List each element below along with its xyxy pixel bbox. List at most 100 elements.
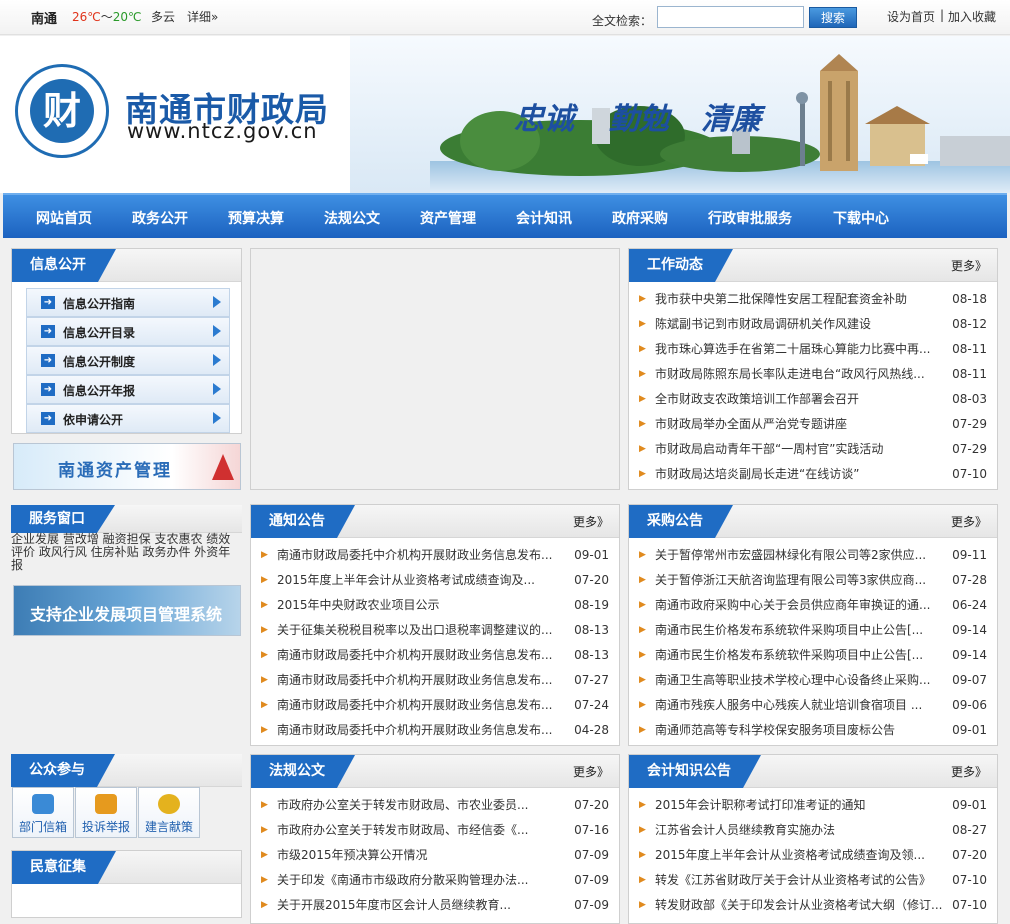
list-item[interactable]: ▶ 南通市财政局委托中介机构开展财政业务信息发布... 07-24 bbox=[251, 693, 619, 718]
top-bar: 南通 26℃～20℃ 多云 详细» 全文检索： 搜索 设为首页 | 加入收藏 bbox=[0, 0, 1010, 35]
bullet-icon: ▶ bbox=[639, 875, 646, 885]
list-item[interactable]: ▶ 南通市民生价格发布系统软件采购项目中止公告[... 09-14 bbox=[629, 618, 997, 643]
accounting-more-link[interactable]: 更多》 bbox=[951, 763, 987, 780]
nav-procurement[interactable]: 政府采购 bbox=[612, 208, 668, 228]
lightbulb-icon bbox=[158, 794, 180, 814]
mailbox-button[interactable]: 部门信箱 bbox=[12, 787, 74, 838]
nav-budget[interactable]: 预算决算 bbox=[228, 208, 284, 228]
list-item[interactable]: ▶ 陈斌副书记到市财政局调研机关作风建设 08-12 bbox=[629, 312, 997, 337]
arrow-icon: ➜ bbox=[41, 296, 55, 309]
list-item[interactable]: ▶ 南通市民生价格发布系统软件采购项目中止公告[... 09-14 bbox=[629, 643, 997, 668]
notice-list: ▶ 南通市财政局委托中介机构开展财政业务信息发布... 09-01 ▶ 2015年度上… bbox=[251, 543, 619, 743]
bullet-icon: ▶ bbox=[639, 625, 646, 635]
nav-asset-management[interactable]: 资产管理 bbox=[420, 208, 476, 228]
public-participation-title: 公众参与 bbox=[11, 754, 115, 787]
list-item[interactable]: ▶ 市财政局陈照东局长率队走进电台“政风行风热线... 08-11 bbox=[629, 362, 997, 387]
list-item[interactable]: ▶ 南通市残疾人服务中心残疾人就业培训食宿项目 ... 09-06 bbox=[629, 693, 997, 718]
top-separator: | bbox=[940, 8, 945, 22]
bullet-icon: ▶ bbox=[639, 800, 646, 810]
nav-downloads[interactable]: 下载中心 bbox=[833, 208, 889, 228]
search-input[interactable] bbox=[657, 6, 804, 28]
list-item[interactable]: ▶ 南通市财政局委托中介机构开展财政业务信息发布... 07-27 bbox=[251, 668, 619, 693]
image-slideshow[interactable] bbox=[250, 248, 620, 490]
opinion-panel: 民意征集 bbox=[11, 850, 242, 918]
asset-management-banner[interactable]: 南通资产管理 bbox=[13, 443, 241, 490]
list-item[interactable]: ▶ 市财政局举办全面从严治党专题讲座 07-29 bbox=[629, 412, 997, 437]
list-item[interactable]: ▶ 南通市财政局委托中介机构开展财政业务信息发布... 04-28 bbox=[251, 718, 619, 743]
purchase-more-link[interactable]: 更多》 bbox=[951, 513, 987, 530]
info-item-system[interactable]: ➜ 信息公开制度 bbox=[26, 346, 230, 375]
list-item[interactable]: ▶ 关于印发《南通市市级政府分散采购管理办法... 07-09 bbox=[251, 868, 619, 893]
bullet-icon: ▶ bbox=[261, 700, 268, 710]
list-item[interactable]: ▶ 转发财政部《关于印发会计从业资格考试大纲（修订... 07-10 bbox=[629, 893, 997, 918]
list-item[interactable]: ▶ 2015年度上半年会计从业资格考试成绩查询及... 07-20 bbox=[251, 568, 619, 593]
list-item[interactable]: ▶ 关于暂停常州市宏盛园林绿化有限公司等2家供应... 09-11 bbox=[629, 543, 997, 568]
set-homepage-link[interactable]: 设为首页 bbox=[887, 8, 935, 25]
add-favorite-link[interactable]: 加入收藏 bbox=[948, 8, 996, 25]
service-links[interactable]: 企业发展 营改增 融资担保 支农惠农 绩效 评价 政风行风 住房补贴 政务办件 … bbox=[11, 533, 241, 572]
report-icon bbox=[95, 794, 117, 814]
info-item-guide[interactable]: ➜ 信息公开指南 bbox=[26, 288, 230, 317]
list-item[interactable]: ▶ 市级2015年预决算公开情况 07-09 bbox=[251, 843, 619, 868]
list-item[interactable]: ▶ 2015年中央财政农业项目公示 08-19 bbox=[251, 593, 619, 618]
suggestion-button[interactable]: 建言献策 bbox=[138, 787, 200, 838]
nav-regulations[interactable]: 法规公文 bbox=[324, 208, 380, 228]
list-item[interactable]: ▶ 南通市财政局委托中介机构开展财政业务信息发布... 08-13 bbox=[251, 643, 619, 668]
arrow-icon: ➜ bbox=[41, 354, 55, 367]
list-item[interactable]: ▶ 我市获中央第二批保障性安居工程配套资金补助 08-18 bbox=[629, 287, 997, 312]
bullet-icon: ▶ bbox=[261, 825, 268, 835]
notice-more-link[interactable]: 更多》 bbox=[573, 513, 609, 530]
list-item[interactable]: ▶ 2015年度上半年会计从业资格考试成绩查询及领... 07-20 bbox=[629, 843, 997, 868]
notice-title: 通知公告 bbox=[251, 505, 355, 538]
nav-home[interactable]: 网站首页 bbox=[36, 208, 92, 228]
notice-panel: 通知公告 更多》 ▶ 南通市财政局委托中介机构开展财政业务信息发布... 09-01 … bbox=[250, 504, 620, 746]
work-news-more-link[interactable]: 更多》 bbox=[951, 257, 987, 274]
list-item[interactable]: ▶ 我市珠心算选手在省第二十届珠心算能力比赛中再... 08-11 bbox=[629, 337, 997, 362]
bullet-icon: ▶ bbox=[639, 550, 646, 560]
list-item[interactable]: ▶ 南通卫生高等职业技术学校心理中心设备终止采购... 09-07 bbox=[629, 668, 997, 693]
list-item[interactable]: ▶ 南通师范高等专科学校保安服务项目废标公告 09-01 bbox=[629, 718, 997, 743]
main-navigation: 网站首页 政务公开 预算决算 法规公文 资产管理 会计知讯 政府采购 行政审批服… bbox=[3, 193, 1007, 238]
info-item-on-request[interactable]: ➜ 依申请公开 bbox=[26, 404, 230, 433]
list-item[interactable]: ▶ 全市财政支农政策培训工作部署会召开 08-03 bbox=[629, 387, 997, 412]
list-item[interactable]: ▶ 市财政局启动青年干部“一周村官”实践活动 07-29 bbox=[629, 437, 997, 462]
nav-accounting[interactable]: 会计知讯 bbox=[516, 208, 572, 228]
regulations-more-link[interactable]: 更多》 bbox=[573, 763, 609, 780]
info-item-annual-report[interactable]: ➜ 信息公开年报 bbox=[26, 375, 230, 404]
list-item[interactable]: ▶ 关于暂停浙江天航咨询监理有限公司等3家供应商... 07-28 bbox=[629, 568, 997, 593]
header-banner: 财 南通市财政局 www.ntcz.gov.cn 忠诚 勤勉 清廉 bbox=[0, 36, 1010, 193]
bullet-icon: ▶ bbox=[639, 444, 646, 454]
bullet-icon: ▶ bbox=[639, 650, 646, 660]
list-item[interactable]: ▶ 市政府办公室关于转发市财政局、市农业委员... 07-20 bbox=[251, 793, 619, 818]
list-item[interactable]: ▶ 市财政局达培炎副局长走进“在线访谈” 07-10 bbox=[629, 462, 997, 487]
list-item[interactable]: ▶ 市政府办公室关于转发市财政局、市经信委《... 07-16 bbox=[251, 818, 619, 843]
regulations-panel: 法规公文 更多》 ▶ 市政府办公室关于转发市财政局、市农业委员... 07-20 ▶ 市… bbox=[250, 754, 620, 924]
list-item[interactable]: ▶ 转发《江苏省财政厅关于会计从业资格考试的公告》 07-10 bbox=[629, 868, 997, 893]
bullet-icon: ▶ bbox=[261, 575, 268, 585]
bullet-icon: ▶ bbox=[639, 419, 646, 429]
list-item[interactable]: ▶ 关于征集关税税目税率以及出口退税率调整建议的... 08-13 bbox=[251, 618, 619, 643]
list-item[interactable]: ▶ 关于开展2015年度市区会计人员继续教育... 07-09 bbox=[251, 893, 619, 918]
list-item[interactable]: ▶ 江苏省会计人员继续教育实施办法 08-27 bbox=[629, 818, 997, 843]
list-item[interactable]: ▶ 南通市财政局委托中介机构开展财政业务信息发布... 09-01 bbox=[251, 543, 619, 568]
bullet-icon: ▶ bbox=[639, 319, 646, 329]
nav-admin-approval[interactable]: 行政审批服务 bbox=[708, 208, 792, 228]
search-button[interactable]: 搜索 bbox=[809, 7, 857, 28]
complaint-button[interactable]: 投诉举报 bbox=[75, 787, 137, 838]
bullet-icon: ▶ bbox=[639, 900, 646, 910]
weather-detail-link[interactable]: 详细» bbox=[187, 8, 218, 25]
bullet-icon: ▶ bbox=[261, 875, 268, 885]
public-participation-panel: 公众参与 部门信箱 投诉举报 建言献策 bbox=[11, 754, 242, 843]
weather-temperature: 26℃～20℃ bbox=[72, 10, 142, 24]
arrow-icon: ➜ bbox=[41, 412, 55, 425]
list-item[interactable]: ▶ 南通市政府采购中心关于会员供应商年审换证的通... 06-24 bbox=[629, 593, 997, 618]
bullet-icon: ▶ bbox=[639, 725, 646, 735]
info-item-catalog[interactable]: ➜ 信息公开目录 bbox=[26, 317, 230, 346]
nav-government-affairs[interactable]: 政务公开 bbox=[132, 208, 188, 228]
work-news-list: ▶ 我市获中央第二批保障性安居工程配套资金补助 08-18 ▶ 陈斌副书记到市财政局调… bbox=[629, 287, 997, 487]
bullet-icon: ▶ bbox=[261, 800, 268, 810]
weather-condition: 多云 bbox=[151, 10, 176, 24]
list-item[interactable]: ▶ 2015年会计职称考试打印准考证的通知 09-01 bbox=[629, 793, 997, 818]
mail-icon bbox=[32, 794, 54, 814]
enterprise-support-banner[interactable]: 支持企业发展项目管理系统 bbox=[13, 585, 241, 636]
